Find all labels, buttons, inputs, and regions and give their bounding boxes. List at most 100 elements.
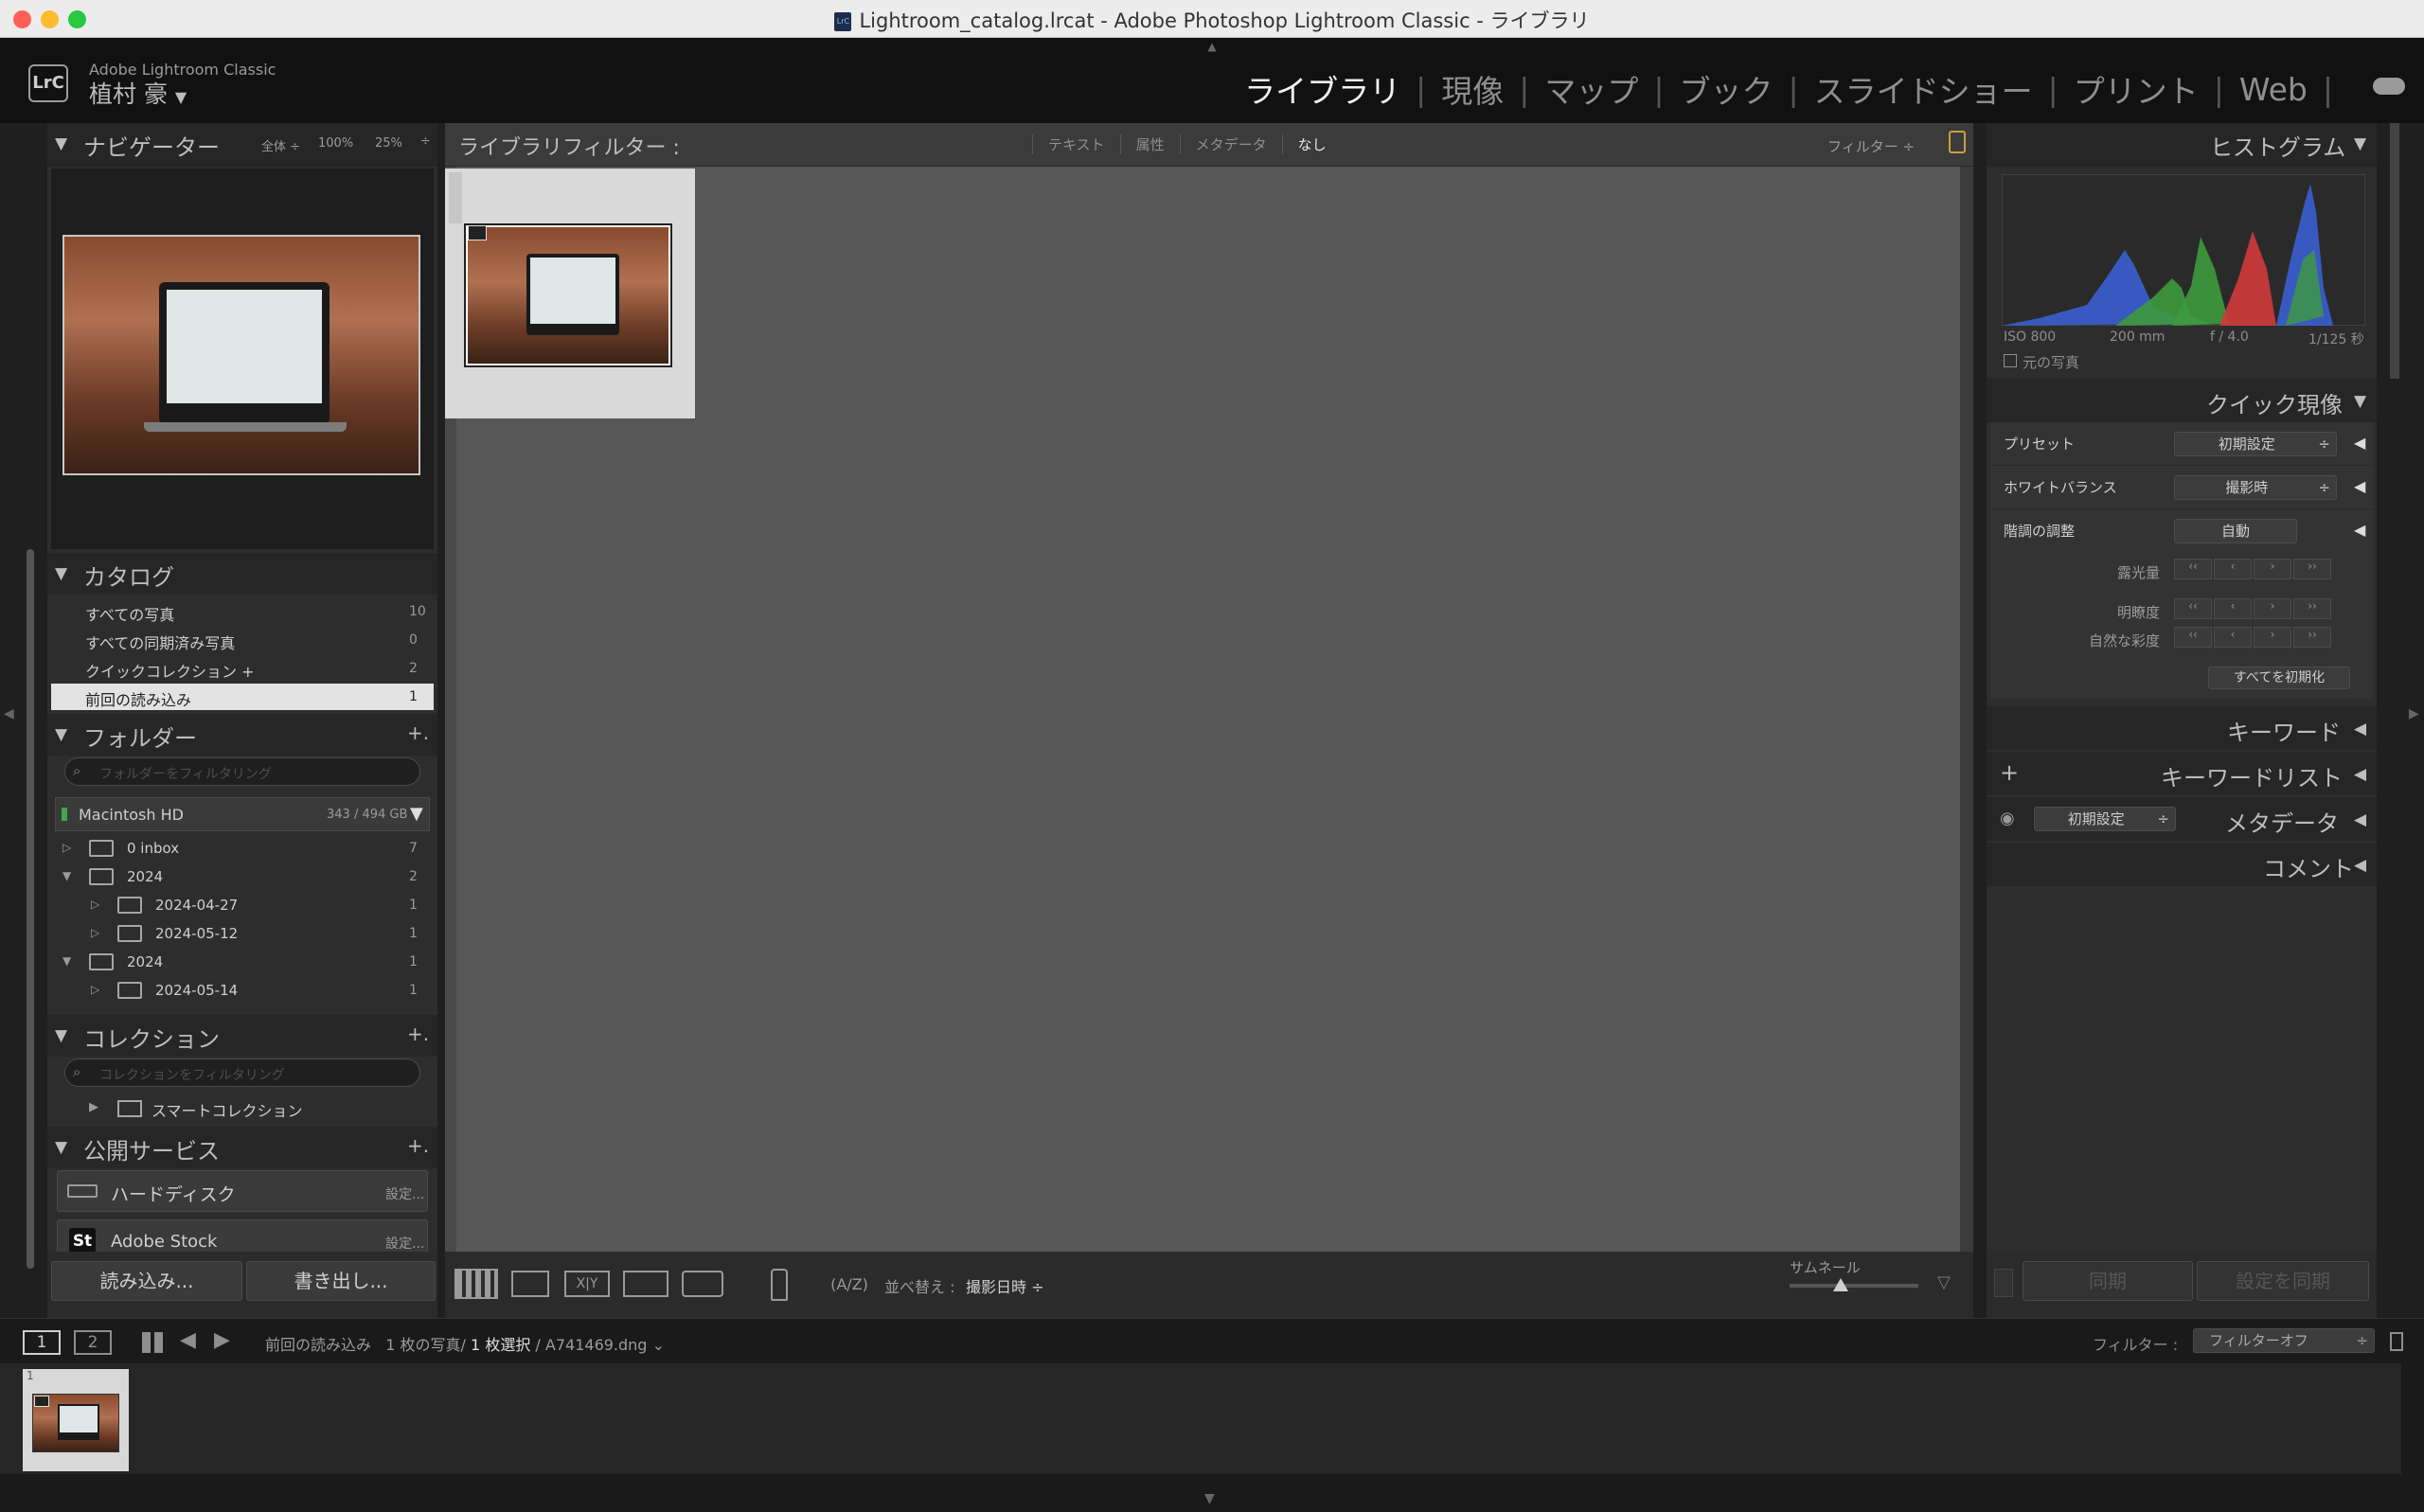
original-photo-checkbox[interactable] — [2004, 354, 2017, 367]
zoom-25[interactable]: 25% — [375, 136, 402, 151]
sort-direction-icon[interactable]: (A/Z) — [828, 1269, 871, 1301]
module-4[interactable]: スライドショー — [1810, 66, 2037, 112]
module-6[interactable]: Web — [2236, 71, 2311, 108]
triangle-down-icon[interactable]: ▼ — [62, 954, 71, 968]
module-1[interactable]: 現像 — [1437, 66, 1507, 112]
folder-item[interactable]: ▷ 2024-04-27 1 — [51, 892, 434, 918]
thumbnail-size-slider[interactable] — [1790, 1284, 1918, 1288]
folder-item[interactable]: ▷ 2024-05-12 1 — [51, 920, 434, 947]
histogram-header[interactable]: ヒストグラム ▼ — [1987, 123, 2377, 167]
triangle-left-icon[interactable]: ◀ — [2354, 434, 2365, 452]
step-up-large-button[interactable]: ›› — [2293, 598, 2331, 619]
triangle-right-icon[interactable]: ▷ — [91, 926, 99, 939]
folder-item[interactable]: ▼ 2024 2 — [51, 863, 434, 890]
triangle-left-icon[interactable]: ◀ — [2354, 521, 2365, 539]
folder-search-input[interactable]: ⌕ フォルダーをフィルタリング — [64, 757, 420, 786]
sort-select[interactable]: 撮影日時 ÷ — [966, 1274, 1044, 1297]
catalog-item[interactable]: すべての同期済み写真 0 — [51, 627, 434, 653]
module-3[interactable]: ブック — [1676, 66, 1777, 112]
step-down-button[interactable]: ‹ — [2214, 598, 2252, 619]
forward-arrow-icon[interactable]: ▶ — [214, 1328, 230, 1352]
comments-header[interactable]: コメント ◀ — [1987, 843, 2377, 886]
loupe-view-icon[interactable] — [511, 1271, 549, 1297]
folder-item[interactable]: ▷ 2024-05-14 1 — [51, 977, 434, 1004]
catalog-item[interactable]: すべての写真 10 — [51, 598, 434, 625]
toolbar-menu-icon[interactable]: ▽ — [1937, 1272, 1962, 1293]
step-down-large-button[interactable]: ‹‹ — [2174, 627, 2212, 648]
folder-item[interactable]: ▼ 2024 1 — [51, 949, 434, 975]
back-arrow-icon[interactable]: ◀ — [180, 1328, 196, 1352]
zoom-fit[interactable]: 全体 ÷ — [261, 136, 300, 154]
catalog-item[interactable]: クイックコレクション + 2 — [51, 655, 434, 682]
publish-hard-disk[interactable]: ハードディスク 設定... — [57, 1170, 428, 1212]
qd-white-balance-select[interactable]: 撮影時 ÷ — [2174, 475, 2337, 500]
grid-view[interactable] — [445, 123, 1973, 1318]
second-screen-button[interactable]: 2 — [74, 1330, 112, 1355]
add-collection-button[interactable]: +. — [407, 1023, 429, 1045]
catalog-item[interactable]: 前回の読み込み 1 — [51, 684, 434, 710]
collections-header[interactable]: ▼ コレクション +. — [47, 1015, 437, 1057]
triangle-right-icon[interactable]: ▷ — [91, 983, 99, 996]
filter-tab-1[interactable]: 属性 — [1119, 134, 1180, 154]
step-up-button[interactable]: › — [2254, 627, 2291, 648]
publish-settings-button[interactable]: 設定... — [385, 1234, 424, 1253]
collection-item-smart[interactable]: ▶ スマートコレクション — [51, 1093, 434, 1125]
cloud-icon[interactable] — [2373, 78, 2405, 95]
catalog-header[interactable]: ▼ カタログ — [47, 553, 437, 595]
filmstrip-filter-toggle[interactable] — [2390, 1332, 2403, 1351]
top-panel-toggle-icon[interactable]: ▲ — [1204, 40, 1220, 53]
publish-header[interactable]: ▼ 公開サービス +. — [47, 1127, 437, 1168]
filmstrip-source-path[interactable]: 前回の読み込み 1 枚の写真/ 1 枚選択 / A741469.dng ⌄ — [265, 1332, 665, 1355]
add-keyword-button[interactable]: + — [2000, 759, 2019, 786]
right-panel-scrollbar[interactable] — [2390, 123, 2399, 379]
export-button[interactable]: 書き出し... — [246, 1261, 436, 1301]
filter-preset-select[interactable]: フィルター ÷ — [1827, 136, 1915, 156]
qd-reset-all-button[interactable]: すべてを初期化 — [2208, 667, 2350, 689]
folder-item[interactable]: ▷ 0 inbox 7 — [51, 835, 434, 862]
main-screen-button[interactable]: 1 — [23, 1330, 61, 1355]
triangle-right-icon[interactable]: ▷ — [91, 898, 99, 911]
right-panel-toggle-icon[interactable]: ▶ — [2409, 706, 2419, 721]
publish-settings-button[interactable]: 設定... — [385, 1184, 424, 1203]
filmstrip-filter-select[interactable]: フィルターオフ ÷ — [2193, 1328, 2375, 1353]
grid-view-icon[interactable] — [454, 1269, 498, 1299]
auto-sync-switch[interactable] — [1994, 1269, 2013, 1297]
lock-icon[interactable] — [1949, 131, 1966, 153]
grid-thumbnail[interactable] — [464, 223, 672, 367]
survey-view-icon[interactable] — [623, 1271, 668, 1297]
triangle-left-icon[interactable]: ◀ — [2354, 477, 2365, 495]
triangle-down-icon[interactable]: ▼ — [62, 869, 71, 882]
metadata-header[interactable]: ◉ 初期設定 ÷ メタデータ ◀ — [1987, 797, 2377, 841]
volume-macintosh-hd[interactable]: Macintosh HD 343 / 494 GB ▼ — [55, 797, 430, 831]
folders-header[interactable]: ▼ フォルダー +. — [47, 714, 437, 756]
module-5[interactable]: プリント — [2070, 66, 2202, 112]
grid-cell-selected[interactable] — [445, 169, 695, 418]
step-up-button[interactable]: › — [2254, 559, 2291, 579]
grid-scrollbar[interactable] — [1960, 167, 1973, 1252]
step-down-large-button[interactable]: ‹‹ — [2174, 559, 2212, 579]
grid-view-icon[interactable] — [142, 1332, 163, 1353]
step-down-large-button[interactable]: ‹‹ — [2174, 598, 2212, 619]
people-view-icon[interactable] — [682, 1271, 723, 1297]
identity-plate-user[interactable]: 植村 豪 ▼ — [89, 76, 187, 110]
add-folder-button[interactable]: +. — [407, 721, 429, 744]
module-0[interactable]: ライブラリ — [1240, 66, 1404, 112]
zoom-100[interactable]: 100% — [318, 136, 353, 151]
sync-button[interactable]: 同期 — [2023, 1261, 2193, 1301]
navigator-header[interactable]: ▼ ナビゲーター 全体 ÷ 100% 25% ÷ — [47, 123, 437, 167]
filmstrip-cell-selected[interactable]: 1 — [23, 1369, 129, 1471]
filter-tab-3[interactable]: なし — [1281, 134, 1342, 154]
add-publish-service-button[interactable]: +. — [407, 1134, 429, 1157]
navigator-preview-image[interactable] — [62, 235, 420, 475]
zoom-stepper-icon[interactable]: ÷ — [420, 134, 431, 149]
thumbnail-size-knob[interactable] — [1833, 1278, 1849, 1291]
module-2[interactable]: マップ — [1541, 66, 1642, 112]
step-down-button[interactable]: ‹ — [2214, 559, 2252, 579]
sync-settings-button[interactable]: 設定を同期 — [2197, 1261, 2369, 1301]
import-button[interactable]: 読み込み... — [51, 1261, 242, 1301]
filter-tab-0[interactable]: テキスト — [1032, 134, 1120, 154]
triangle-down-icon[interactable]: ▼ — [410, 804, 423, 824]
quick-develop-header[interactable]: クイック現像 ▼ — [1987, 379, 2377, 422]
step-up-large-button[interactable]: ›› — [2293, 559, 2331, 579]
bottom-panel-toggle-icon[interactable]: ▼ — [1204, 1491, 1215, 1506]
